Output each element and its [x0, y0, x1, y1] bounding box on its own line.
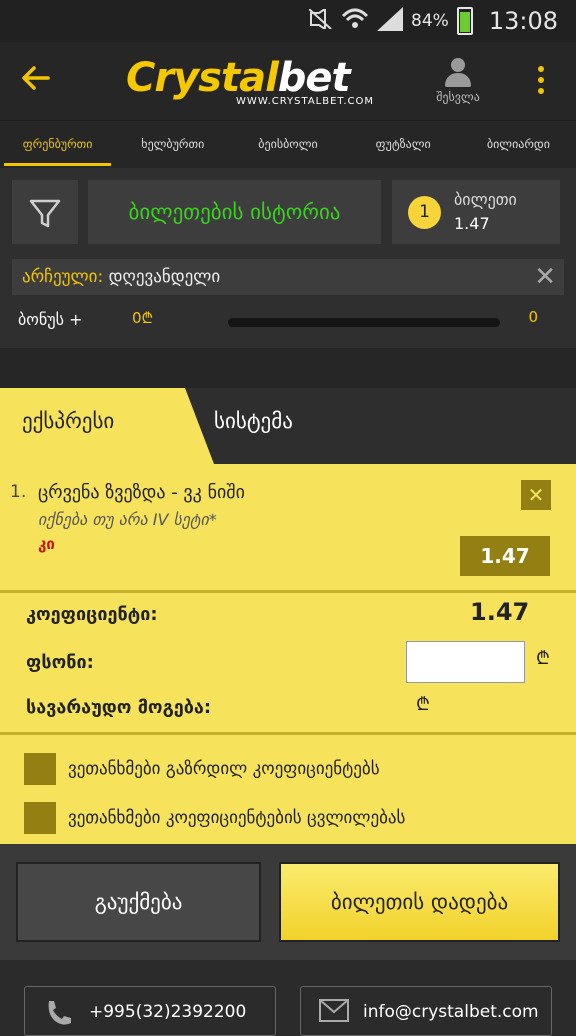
phone-number: +995(32)2392200 — [89, 1002, 247, 1022]
signal-icon — [377, 6, 404, 36]
tab-billiards[interactable]: ბილიარდი — [461, 121, 576, 168]
ticket-value: 1.47 — [454, 214, 490, 233]
coupon-event: 1. ცრვენა ზვეზდა - ვკ ნიში იქნება თუ არა… — [0, 464, 576, 590]
stake-label: ფსონი: — [26, 652, 94, 673]
bonus-target: 0 — [528, 308, 538, 326]
stake-input[interactable] — [406, 641, 525, 683]
bet-type-tabs: ექსპრესი სისტემა — [0, 388, 576, 464]
tab-volleyball[interactable]: ფრენბურთი — [0, 121, 115, 168]
bonus-progress-bar — [228, 318, 500, 327]
stake-currency: ₾ — [536, 648, 550, 669]
bonus-amount: 0₾ — [132, 309, 154, 327]
clock: 13:08 — [488, 7, 558, 35]
event-title: ცრვენა ზვეზდა - ვკ ნიში — [38, 482, 245, 503]
tab-system[interactable]: სისტემა — [214, 388, 293, 464]
ticket-label: ბილეთი — [454, 190, 517, 209]
bet-coupon: 1. ცრვენა ზვეზდა - ვკ ნიში იქნება თუ არა… — [0, 464, 576, 844]
tab-handball[interactable]: ხელბურთი — [115, 121, 230, 168]
close-icon[interactable]: ✕ — [534, 259, 556, 295]
tab-express[interactable]: ექსპრესი — [0, 388, 214, 464]
ticket-history-button[interactable]: ბილეთების ისტორია — [88, 180, 381, 244]
event-number: 1. — [10, 482, 27, 502]
cancel-button[interactable]: გაუქმება — [16, 862, 261, 942]
filter-button[interactable] — [12, 180, 78, 244]
ticket-count-badge: 1 — [408, 196, 441, 229]
filter-funnel-icon — [29, 199, 61, 228]
selected-filter-row: არჩეული: დღევანდელი ✕ — [12, 259, 564, 295]
checkbox-box[interactable] — [24, 802, 56, 834]
selected-value: დღევანდელი — [108, 267, 221, 287]
potential-win-label: სავარაუდო მოგება: — [26, 697, 212, 718]
mute-icon — [308, 6, 333, 34]
checkbox-label: ვეთანხმები გაზრდილ კოეფიციენტებს — [68, 759, 380, 779]
separator — [0, 348, 576, 388]
more-vertical-icon[interactable] — [536, 66, 546, 96]
place-bet-button[interactable]: ბილეთის დადება — [279, 862, 560, 942]
ticket-summary[interactable]: 1 ბილეთი 1.47 — [392, 180, 560, 244]
login-label: შესვლა — [436, 90, 480, 104]
potential-win-currency: ₾ — [416, 694, 430, 715]
coupon-actions: გაუქმება ბილეთის დადება — [0, 844, 576, 960]
battery-icon — [456, 7, 473, 35]
brand-name-part2: bet — [277, 55, 351, 101]
divider — [0, 590, 576, 593]
email-address: info@crystalbet.com — [363, 1002, 539, 1022]
coef-value: 1.47 — [470, 598, 530, 626]
app-header: Crystalbet WWW.CRYSTALBET.COM შესვლა — [0, 42, 576, 120]
event-odd: 1.47 — [460, 536, 550, 576]
checkbox-label: ვეთანხმები კოეფიციენტების ცვლილებას — [68, 808, 406, 828]
battery-percent: 84% — [411, 11, 449, 31]
sport-tabs: ფრენბურთი ხელბურთი ბეისბოლი ფუტზალი ბილი… — [0, 120, 576, 168]
wifi-icon — [341, 8, 369, 35]
back-arrow-icon[interactable] — [20, 62, 56, 98]
remove-event-button[interactable]: ✕ — [521, 480, 551, 510]
tab-baseball[interactable]: ბეისბოლი — [230, 121, 345, 168]
bonus-row: ბონუს + 0₾ 0 — [18, 306, 564, 334]
mail-icon — [319, 999, 349, 1025]
selected-label: არჩეული: — [22, 267, 104, 287]
checkbox-box[interactable] — [24, 753, 56, 785]
contact-footer: +995(32)2392200 info@crystalbet.com — [0, 960, 576, 1036]
phone-contact[interactable]: +995(32)2392200 — [24, 986, 276, 1036]
phone-icon — [43, 999, 73, 1025]
brand-logo[interactable]: Crystalbet WWW.CRYSTALBET.COM — [126, 56, 380, 114]
event-pick: კი — [38, 535, 55, 553]
user-icon — [445, 58, 471, 88]
tab-futsal[interactable]: ფუტზალი — [346, 121, 461, 168]
bonus-label: ბონუს + — [18, 310, 83, 329]
coef-label: კოეფიციენტი: — [26, 604, 158, 625]
brand-name-part1: Crystal — [126, 55, 279, 101]
event-market: იქნება თუ არა IV სეტი* — [38, 510, 217, 529]
status-bar: 84% 13:08 — [0, 0, 576, 42]
email-contact[interactable]: info@crystalbet.com — [300, 986, 552, 1036]
ticket-panel: ბილეთების ისტორია 1 ბილეთი 1.47 არჩეული:… — [0, 168, 576, 348]
divider — [0, 732, 576, 735]
login-button[interactable]: შესვლა — [428, 58, 488, 104]
